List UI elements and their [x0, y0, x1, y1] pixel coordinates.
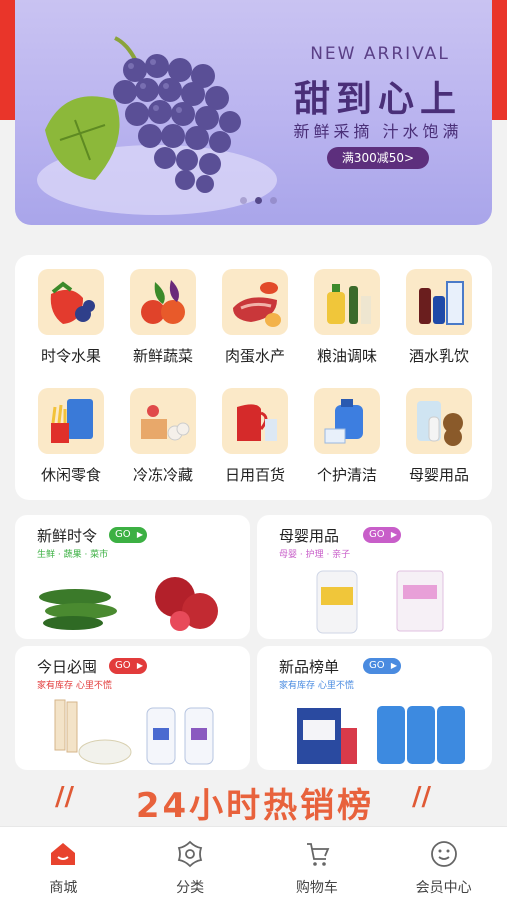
cucumber-pomegranate-image — [39, 577, 218, 631]
carousel-dot — [270, 197, 277, 204]
cart-icon — [306, 843, 330, 866]
category-label: 肉蛋水产 — [224, 347, 285, 365]
grapes-image — [45, 36, 241, 193]
tab-label: 商城 — [49, 880, 78, 896]
category-drinks[interactable]: 酒水乳饮 — [393, 269, 485, 366]
vegetables-icon — [130, 269, 196, 335]
oil-icon — [314, 269, 380, 335]
tab-label: 购物车 — [295, 880, 338, 896]
category-snacks[interactable]: 休闲零食 — [25, 388, 117, 485]
tab-label: 会员中心 — [415, 880, 472, 896]
promo-subtitle: 家有库存 心里不慌 — [279, 681, 354, 691]
smile-icon — [430, 841, 457, 867]
category-label: 冷冻冷藏 — [132, 466, 193, 484]
home-icon — [51, 843, 76, 865]
category-label: 粮油调味 — [316, 347, 377, 365]
promo-title: 新品榜单 — [279, 658, 340, 676]
drinks-icon — [406, 269, 472, 335]
promo-card-new[interactable]: 新品榜单 GO 家有库存 心里不慌 — [257, 646, 492, 770]
kettle-icon — [222, 388, 288, 454]
tab-member[interactable]: 会员中心 — [380, 827, 507, 900]
hot-sales-banner[interactable]: // 24小时热销榜 // — [0, 770, 507, 830]
tab-label: 分类 — [176, 880, 205, 896]
milk-detergent-image — [297, 706, 465, 764]
frozen-icon — [130, 388, 196, 454]
category-grid: 时令水果 新鲜蔬菜 肉蛋水产 粮油调味 酒水乳饮 休闲零食 冷冻冷藏 日用百货 — [25, 269, 485, 485]
hot-banner-title: 24小时热销榜 — [135, 786, 375, 826]
hot-banner-right-deco: // — [412, 782, 431, 812]
category-fruit[interactable]: 时令水果 — [25, 269, 117, 366]
baby-icon — [406, 388, 472, 454]
banner-tagline: 新鲜采摘 汁水饱满 — [293, 122, 463, 141]
category-care[interactable]: 个护清洁 — [301, 388, 393, 485]
noodles-shampoo-image — [54, 699, 214, 765]
category-label: 新鲜蔬菜 — [132, 347, 193, 365]
go-button[interactable]: GO — [109, 527, 147, 543]
baby-products-image — [316, 570, 444, 634]
banner-promo-button[interactable]: 满300减50> — [327, 147, 429, 169]
category-meat[interactable]: 肉蛋水产 — [209, 269, 301, 366]
promo-title: 母婴用品 — [279, 527, 340, 545]
promo-title: 今日必囤 — [37, 658, 98, 676]
banner-headline: 甜到心上 — [293, 79, 462, 120]
tab-category[interactable]: 分类 — [127, 827, 254, 900]
carousel-indicator — [240, 197, 277, 204]
go-button[interactable]: GO — [363, 527, 401, 543]
category-label: 母婴用品 — [408, 466, 469, 484]
detergent-icon — [314, 388, 380, 454]
carousel-dot — [240, 197, 247, 204]
carousel-dot-active — [255, 197, 262, 204]
category-label: 日用百货 — [224, 466, 285, 484]
strawberry-icon — [38, 269, 104, 335]
promo-subtitle: 家有库存 心里不慌 — [37, 681, 112, 691]
flower-icon — [177, 840, 203, 868]
category-baby[interactable]: 母婴用品 — [393, 388, 485, 485]
category-grid-card: 时令水果 新鲜蔬菜 肉蛋水产 粮油调味 酒水乳饮 休闲零食 冷冻冷藏 日用百货 — [15, 255, 492, 500]
promo-card-baby[interactable]: 母婴用品 GO 母婴 · 护理 · 亲子 — [257, 515, 492, 639]
tab-cart[interactable]: 购物车 — [254, 827, 381, 900]
promo-section: 新鲜时令 GO 生鲜 · 蔬果 · 菜市 母婴用品 GO 母婴 · 护理 · 亲… — [15, 515, 492, 770]
promo-card-stock[interactable]: 今日必囤 GO 家有库存 心里不慌 — [15, 646, 250, 770]
tab-mall[interactable]: 商城 — [0, 827, 127, 900]
hot-banner-left-deco: // — [55, 782, 74, 812]
category-daily[interactable]: 日用百货 — [209, 388, 301, 485]
category-label: 时令水果 — [40, 347, 101, 365]
snacks-icon — [38, 388, 104, 454]
category-oil[interactable]: 粮油调味 — [301, 269, 393, 366]
category-label: 个护清洁 — [316, 466, 377, 484]
promo-subtitle: 母婴 · 护理 · 亲子 — [279, 550, 351, 560]
banner-headline-en: NEW ARRIVAL — [310, 44, 450, 64]
meat-icon — [222, 269, 288, 335]
bottom-tab-bar: 商城 分类 购物车 会员中心 — [0, 826, 507, 900]
category-frozen[interactable]: 冷冻冷藏 — [117, 388, 209, 485]
category-vegetables[interactable]: 新鲜蔬菜 — [117, 269, 209, 366]
promo-subtitle: 生鲜 · 蔬果 · 菜市 — [37, 550, 109, 560]
promo-card-fresh[interactable]: 新鲜时令 GO 生鲜 · 蔬果 · 菜市 — [15, 515, 250, 639]
category-label: 酒水乳饮 — [408, 347, 469, 365]
category-label: 休闲零食 — [40, 466, 101, 484]
go-button[interactable]: GO — [363, 658, 401, 674]
go-button[interactable]: GO — [109, 658, 147, 674]
promo-title: 新鲜时令 — [37, 527, 98, 545]
hero-banner[interactable]: NEW ARRIVAL 甜到心上 新鲜采摘 汁水饱满 满300减50> — [15, 0, 492, 225]
